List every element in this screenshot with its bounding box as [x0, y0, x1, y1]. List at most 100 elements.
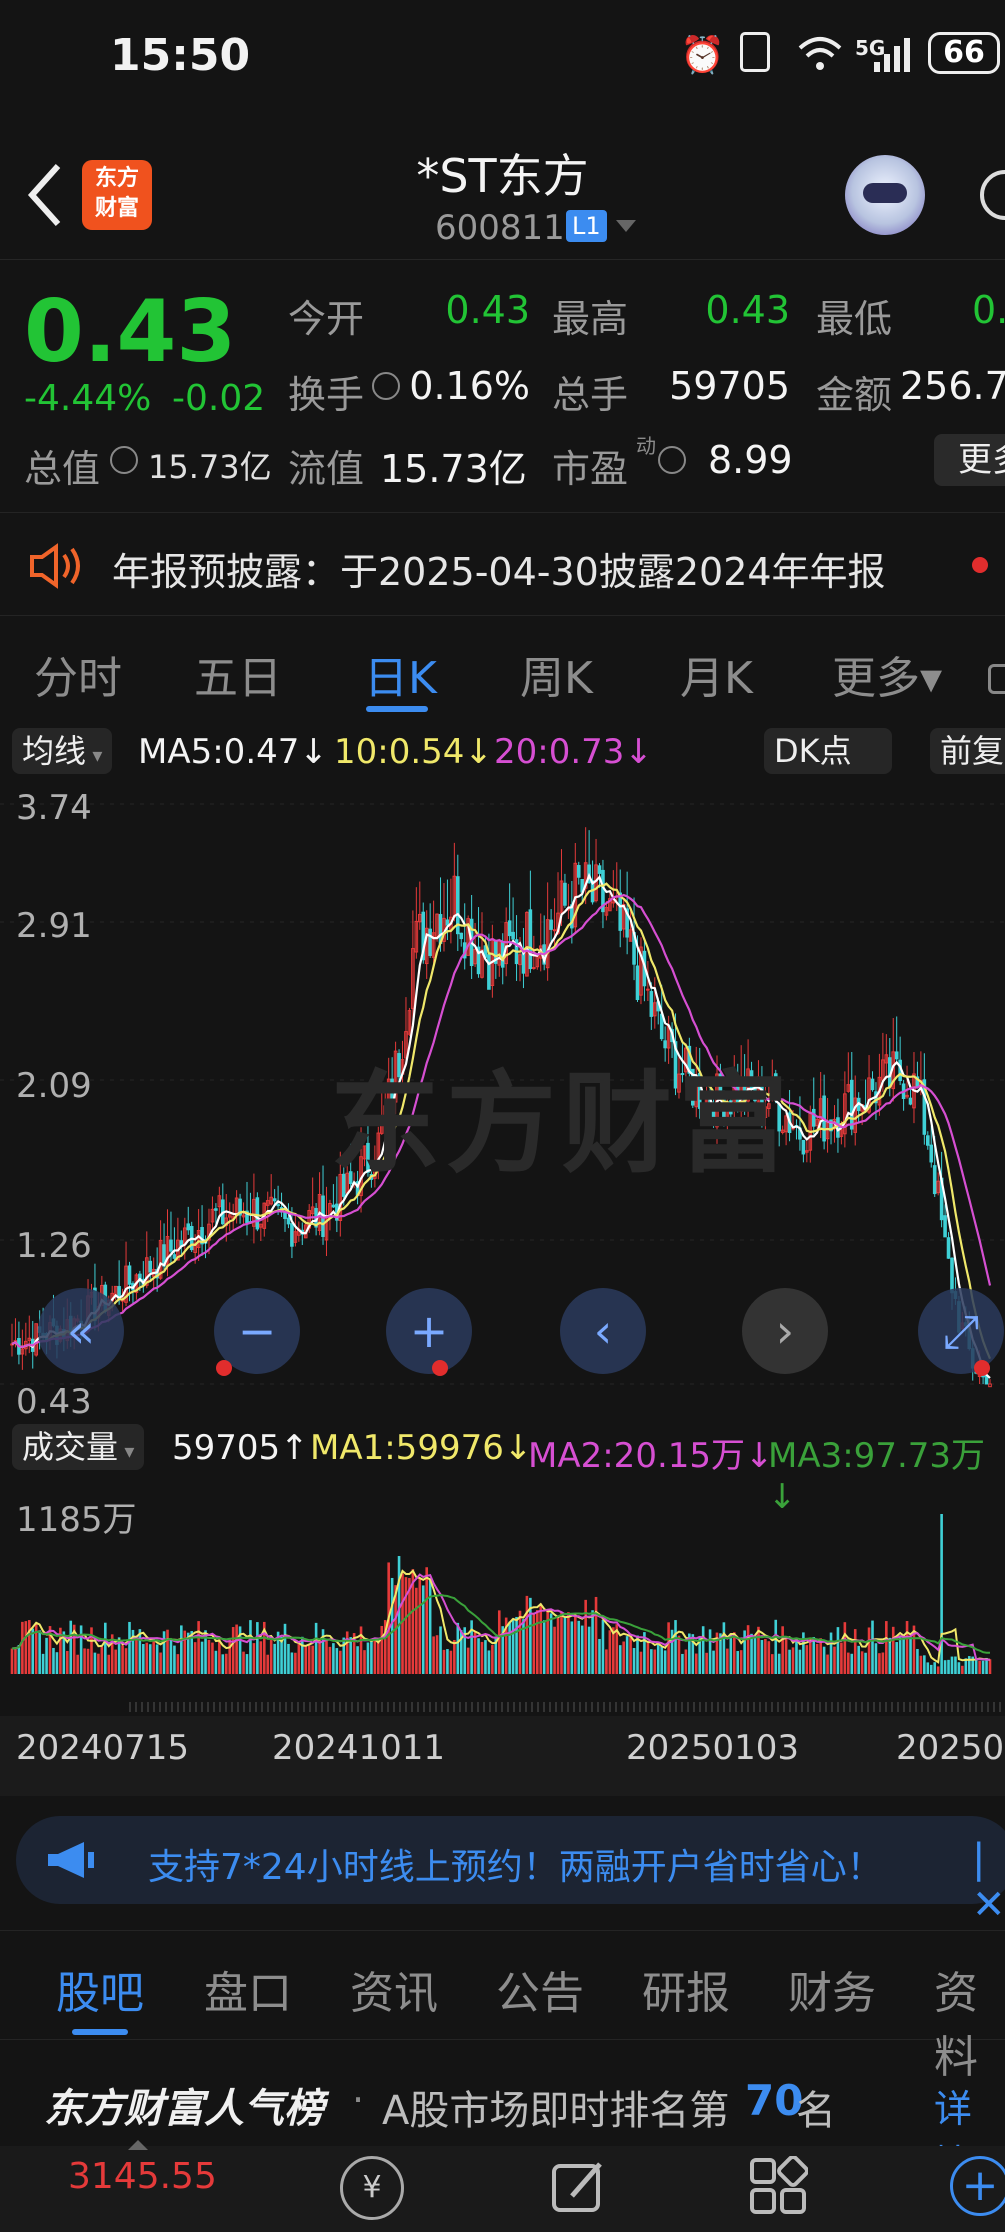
volume-bar	[193, 1642, 197, 1674]
zoom-in-button[interactable]: +	[386, 1288, 472, 1374]
volume-bar	[142, 1643, 145, 1674]
volume-bar	[93, 1652, 97, 1674]
candle-body	[894, 1051, 899, 1060]
tab-five-day[interactable]: 五日	[194, 642, 282, 706]
volume-bar	[397, 1556, 401, 1674]
tab-finance[interactable]: 财务	[788, 1957, 876, 2021]
add-watchlist-icon[interactable]: +	[950, 2156, 1005, 2216]
x-tick-label: 20240715	[16, 1728, 190, 1768]
candle-body	[428, 928, 432, 956]
volume-bar	[10, 1648, 14, 1674]
pe-value: 8.99	[708, 438, 793, 482]
tab-news[interactable]: 资讯	[350, 1957, 438, 2021]
volume-bar	[767, 1641, 771, 1674]
level-dropdown-icon[interactable]	[616, 220, 636, 232]
volume-bar	[760, 1640, 764, 1674]
mktcap-info-icon[interactable]	[110, 446, 138, 474]
pe-label: 市盈	[552, 447, 629, 491]
volume-bar	[477, 1638, 480, 1674]
volume-bar	[629, 1633, 632, 1674]
volume-bar	[957, 1662, 961, 1674]
mktcap-label: 总值	[24, 447, 101, 491]
volume-chart[interactable]: 1185万	[0, 1484, 1005, 1716]
volume-bar	[97, 1653, 100, 1674]
volume-bar	[746, 1625, 750, 1674]
volume-bar	[52, 1647, 55, 1674]
float-label: 流值	[288, 447, 365, 491]
fullscreen-button[interactable]: ⤢	[918, 1288, 1004, 1374]
adjust-button[interactable]: 前复	[930, 728, 1005, 774]
ad-close-icon[interactable]: |✕	[972, 1836, 1005, 1928]
low-value: 0.	[972, 288, 1005, 332]
volume-bar	[294, 1652, 297, 1674]
scroll-right-button[interactable]: ›	[742, 1288, 828, 1374]
volume-bar	[909, 1636, 912, 1674]
tab-research[interactable]: 研报	[642, 1957, 730, 2021]
mktcap-value: 15.73亿	[148, 448, 272, 486]
index-up-arrow-icon	[128, 2140, 148, 2150]
amount-label: 金额	[816, 373, 893, 417]
assistant-robot-icon[interactable]	[845, 155, 925, 235]
tab-weekly-k[interactable]: 周K	[520, 642, 593, 706]
dk-point-button[interactable]: DK点	[764, 728, 892, 774]
volume-bar	[950, 1656, 954, 1674]
scroll-left-button[interactable]: ‹	[560, 1288, 646, 1374]
volume-bar	[584, 1599, 587, 1674]
pe-superscript: 动	[636, 434, 656, 458]
volume-bar	[608, 1630, 612, 1674]
apps-icon[interactable]	[748, 2156, 808, 2216]
volume-bar	[421, 1585, 425, 1674]
volume-bar	[31, 1628, 35, 1674]
volume-bar	[739, 1650, 743, 1674]
tab-pankou[interactable]: 盘口	[204, 1957, 292, 2021]
volume-bar	[650, 1649, 653, 1674]
notice-text: 年报预披露：于2025-04-30披露2024年年报	[112, 550, 886, 594]
ranking-row[interactable]: 东方财富人气榜 · A股市场即时排名第 70 名 详情	[0, 2040, 1005, 2186]
candle-body	[925, 1135, 930, 1146]
tab-guba[interactable]: 股吧	[56, 1957, 144, 2021]
indicator-dot	[216, 1360, 232, 1376]
more-button[interactable]: 更多	[934, 434, 1005, 486]
tab-intraday[interactable]: 分时	[34, 642, 122, 706]
tab-more[interactable]: 更多▾	[832, 642, 942, 706]
volume-bar	[283, 1623, 287, 1674]
kline-chart[interactable]: 东方财富 3.74 2.91 2.09 1.26 0.43 « − + ‹ › …	[0, 784, 1005, 1422]
settings-icon[interactable]	[988, 664, 1005, 694]
scroll-left-fast-button[interactable]: «	[38, 1288, 124, 1374]
ma-selector[interactable]: 均线 ▾	[12, 728, 113, 774]
volume-bar	[605, 1649, 608, 1674]
volume-bar	[449, 1650, 453, 1674]
volume-legend: 成交量 ▾ 59705↑ MA1:59976↓ MA2:20.15万↓ MA3:…	[0, 1420, 1005, 1517]
candle-body	[286, 1217, 291, 1225]
tab-monthly-k[interactable]: 月K	[680, 642, 753, 706]
volume-bar	[432, 1636, 435, 1674]
notice-bar[interactable]: 年报预披露：于2025-04-30披露2024年年报	[0, 512, 1005, 616]
volume-bar	[781, 1626, 784, 1674]
ad-banner[interactable]: 支持7*24小时线上预约！两融开户省时省心！ |✕	[16, 1816, 1005, 1928]
volume-bar	[549, 1613, 553, 1674]
ranking-suffix: 名	[796, 2088, 836, 2134]
volume-bar	[466, 1647, 470, 1674]
volume-bar	[570, 1621, 574, 1674]
volume-bar	[366, 1642, 370, 1674]
volume-bar	[625, 1636, 629, 1674]
volume-bar	[826, 1654, 829, 1674]
pe-info-icon[interactable]	[658, 446, 686, 474]
volume-bar	[211, 1642, 214, 1674]
y-tick-label: 1.26	[16, 1226, 92, 1266]
candle-body	[459, 932, 464, 940]
edit-icon[interactable]	[548, 2156, 608, 2216]
turnover-info-icon[interactable]	[372, 372, 400, 400]
volume-bar	[335, 1648, 339, 1674]
volume-bar	[269, 1640, 273, 1674]
tab-daily-k[interactable]: 日K	[364, 642, 437, 706]
level-badge[interactable]: L1	[566, 210, 607, 242]
candle-body	[127, 1265, 132, 1285]
tab-announcements[interactable]: 公告	[496, 1957, 584, 2021]
trade-icon[interactable]: ¥	[340, 2156, 404, 2220]
volume-bar	[442, 1649, 446, 1674]
volume-bar	[104, 1622, 107, 1674]
index-value[interactable]: 3145.55	[68, 2156, 217, 2197]
ma-legend: 均线 ▾ MA5:0.47↓ 10:0.54↓ 20:0.73↓ DK点 前复	[0, 722, 1005, 782]
volume-selector[interactable]: 成交量 ▾	[12, 1424, 145, 1470]
